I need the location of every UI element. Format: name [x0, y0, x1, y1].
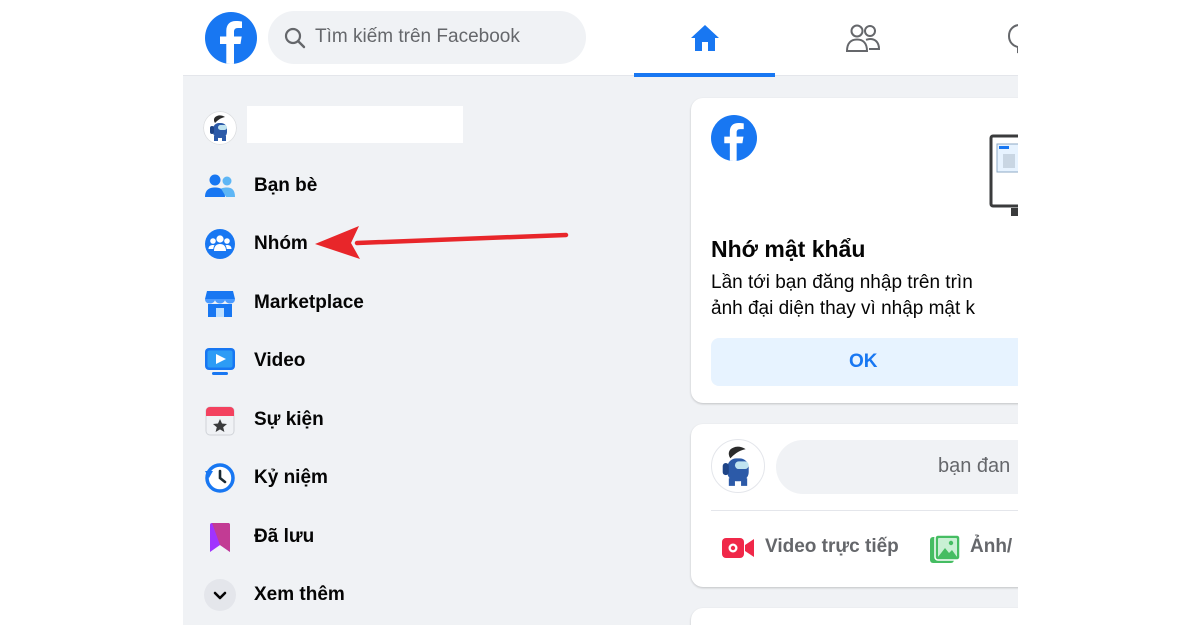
feed-card [691, 608, 1018, 625]
events-icon [205, 406, 235, 436]
sidebar-item-marketplace[interactable]: Marketplace [203, 280, 603, 326]
sidebar-item-label: Kỷ niệm [254, 467, 328, 488]
sidebar-item-saved[interactable]: Đã lưu [203, 514, 603, 560]
tab-friends[interactable] [793, 0, 934, 76]
search-icon [284, 27, 306, 49]
live-video-button[interactable]: Video trực tiếp [721, 532, 911, 564]
marketplace-icon [205, 291, 235, 317]
ok-button[interactable]: OK [711, 338, 1018, 386]
post-composer-card: bạn đan Video trực tiếp Ảnh/ [691, 424, 1018, 587]
ok-button-label: OK [849, 351, 878, 372]
search-input[interactable]: Tìm kiếm trên Facebook [268, 11, 586, 64]
video-icon [205, 348, 235, 375]
sidebar-item-see-more[interactable]: Xem thêm [203, 572, 603, 618]
groups-icon [205, 229, 235, 259]
profile-name[interactable] [247, 106, 463, 143]
home-icon [691, 25, 719, 51]
sidebar-item-label: Nhóm [254, 233, 308, 254]
memories-icon [205, 463, 235, 493]
card-description: ảnh đại diện thay vì nhập mật k [711, 298, 976, 319]
sidebar-item-label: Video [254, 350, 306, 371]
sidebar-item-label: Đã lưu [254, 526, 315, 547]
friends-icon [845, 24, 881, 52]
divider [711, 510, 1018, 511]
sidebar-item-label: Bạn bè [254, 175, 318, 196]
chat-icon [1007, 24, 1018, 53]
facebook-logo-icon [711, 115, 757, 161]
monitor-illustration-icon [989, 134, 1018, 216]
card-description: Lần tới bạn đăng nhập trên trìn [711, 272, 973, 293]
sidebar-item-label: Sự kiện [254, 409, 324, 430]
photo-video-button[interactable]: Ảnh/ [929, 532, 1018, 564]
top-navigation-bar: Tìm kiếm trên Facebook [183, 0, 1018, 77]
sidebar-item-friends[interactable]: Bạn bè [203, 163, 603, 209]
search-placeholder: Tìm kiếm trên Facebook [315, 26, 520, 47]
composer-placeholder: bạn đan [938, 455, 1011, 477]
tab-home[interactable] [634, 0, 775, 77]
live-video-icon [722, 538, 754, 558]
sidebar-item-label: Marketplace [254, 292, 364, 313]
tab-chat[interactable] [953, 0, 1018, 76]
sidebar-item-memories[interactable]: Kỷ niệm [203, 455, 603, 501]
friends-icon [205, 174, 235, 197]
red-arrow-annotation [315, 226, 569, 259]
sidebar-item-video[interactable]: Video [203, 338, 603, 384]
sidebar-item-events[interactable]: Sự kiện [203, 397, 603, 443]
chevron-down-icon [204, 579, 236, 611]
sidebar-item-label: Xem thêm [254, 584, 345, 605]
whats-on-your-mind-input[interactable]: bạn đan [776, 440, 1018, 494]
photo-video-label: Ảnh/ [970, 536, 1013, 557]
facebook-logo-icon[interactable] [205, 12, 257, 64]
avatar [203, 111, 237, 145]
remember-password-card: Nhớ mật khẩu Lần tới bạn đăng nhập trên … [691, 98, 1018, 403]
facebook-window: Tìm kiếm trên Facebook Bạn bè Nhóm Marke… [183, 0, 1018, 625]
card-title: Nhớ mật khẩu [711, 236, 866, 262]
live-video-label: Video trực tiếp [765, 536, 899, 557]
saved-icon [210, 523, 230, 552]
photo-icon [930, 534, 961, 563]
active-tab-indicator [634, 73, 775, 77]
avatar[interactable] [711, 439, 765, 493]
